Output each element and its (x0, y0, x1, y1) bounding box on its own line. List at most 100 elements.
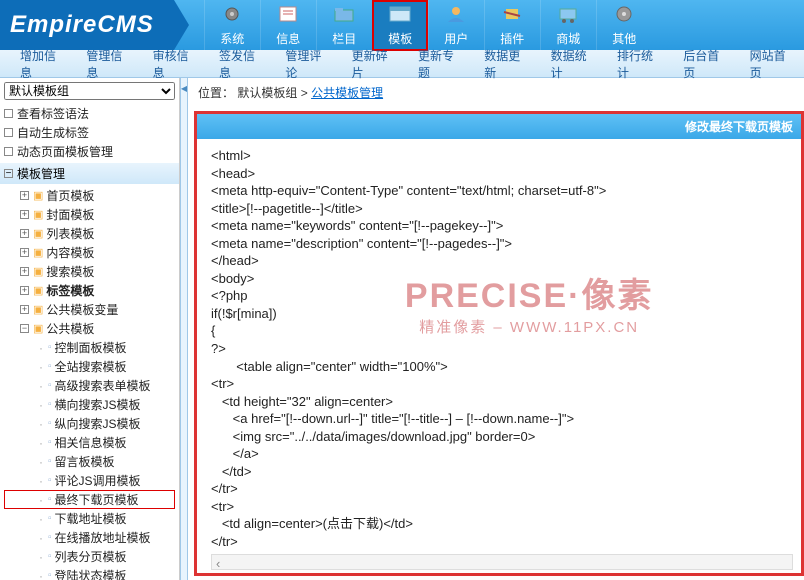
main-nav-window[interactable]: 模板 (372, 0, 428, 51)
tree-item[interactable]: 自动生成标签 (4, 123, 175, 142)
chevron-left-icon: ◀ (181, 84, 187, 93)
subnav-link[interactable]: 排行统计 (617, 47, 659, 81)
gear-icon (216, 4, 248, 28)
tree-label: 纵向搜索JS模板 (55, 415, 141, 432)
tree-label: 最终下载页模板 (55, 491, 139, 508)
tree-file[interactable]: ·▫留言板模板 (4, 452, 175, 471)
window-icon (384, 4, 416, 28)
tree-section-header[interactable]: − 模板管理 (0, 163, 179, 184)
tree-label: 全站搜索模板 (55, 358, 127, 375)
tree-folder[interactable]: + ▣ 公共模板变量 (4, 300, 175, 319)
tree-file[interactable]: ·▫控制面板模板 (4, 338, 175, 357)
main-nav-cart[interactable]: 商城 (540, 0, 596, 51)
breadcrumb-link[interactable]: 公共模板管理 (311, 86, 383, 100)
subnav-link[interactable]: 更新专题 (418, 47, 460, 81)
file-icon: ▫ (48, 399, 52, 410)
subnav-link[interactable]: 签发信息 (219, 47, 261, 81)
breadcrumb-prefix: 位置： (198, 86, 234, 100)
content-highlight-box: 修改最终下载页模板 <html> <head> <meta http-equiv… (194, 111, 804, 576)
tree-folder[interactable]: + ▣ 标签模板 (4, 281, 175, 300)
tree-folder-open[interactable]: − ▣ 公共模板 (4, 319, 175, 338)
tree-label: 评论JS调用模板 (55, 472, 141, 489)
tree-label: 首页模板 (46, 187, 94, 204)
folder-icon: ▣ (33, 189, 43, 202)
template-group-select[interactable]: 默认模板组 (4, 82, 175, 100)
tree-file[interactable]: ·▫在线播放地址模板 (4, 528, 175, 547)
nav-label: 用户 (429, 30, 484, 47)
tree-label: 控制面板模板 (55, 339, 127, 356)
tree-file[interactable]: ·▫最终下载页模板 (4, 490, 175, 509)
tree-line: · (34, 398, 48, 412)
subnav-link[interactable]: 数据更新 (484, 47, 526, 81)
tree-file[interactable]: ·▫下载地址模板 (4, 509, 175, 528)
cart-icon (552, 4, 584, 28)
main-nav-edit[interactable]: 信息 (260, 0, 316, 51)
subnav-link[interactable]: 管理信息 (86, 47, 128, 81)
nav-label: 模板 (373, 30, 428, 47)
subnav-link[interactable]: 更新碎片 (352, 47, 394, 81)
tree-line: · (34, 550, 48, 564)
tree-line: · (34, 360, 48, 374)
file-icon: ▫ (48, 494, 52, 505)
expand-icon: + (20, 286, 29, 295)
subnav-link[interactable]: 网站首页 (750, 47, 792, 81)
main-nav-folder[interactable]: 栏目 (316, 0, 372, 51)
file-icon: ▫ (48, 532, 52, 543)
sidebar: 默认模板组 查看标签语法自动生成标签动态页面模板管理 − 模板管理 +▣首页模板… (0, 78, 180, 580)
tree-folder[interactable]: +▣首页模板 (4, 186, 175, 205)
tree-label: 查看标签语法 (17, 105, 89, 122)
tree-label: 登陆状态模板 (55, 567, 127, 580)
tree-label: 搜索模板 (46, 263, 94, 280)
tree-label: 自动生成标签 (17, 124, 89, 141)
expand-icon: + (20, 305, 29, 314)
tree-file[interactable]: ·▫列表分页模板 (4, 547, 175, 566)
horizontal-scrollbar[interactable] (211, 554, 793, 570)
tree-file[interactable]: ·▫相关信息模板 (4, 433, 175, 452)
file-icon: ▫ (48, 570, 52, 580)
edit-icon (272, 4, 304, 28)
tree-folder[interactable]: +▣搜索模板 (4, 262, 175, 281)
tree-file[interactable]: ·▫登陆状态模板 (4, 566, 175, 580)
tree-item[interactable]: 动态页面模板管理 (4, 142, 175, 161)
tree-file[interactable]: ·▫评论JS调用模板 (4, 471, 175, 490)
tree-folder[interactable]: +▣内容模板 (4, 243, 175, 262)
tree-file[interactable]: ·▫高级搜索表单模板 (4, 376, 175, 395)
nav-label: 其他 (597, 30, 652, 47)
tree-line: · (34, 531, 48, 545)
code-editor[interactable]: <html> <head> <meta http-equiv="Content-… (197, 139, 801, 572)
main-nav-plugin[interactable]: 插件 (484, 0, 540, 51)
other-icon (608, 4, 640, 28)
subnav-link[interactable]: 增加信息 (20, 47, 62, 81)
tree-file[interactable]: ·▫纵向搜索JS模板 (4, 414, 175, 433)
folder-icon: ▣ (33, 265, 43, 278)
collapse-icon: − (4, 169, 13, 178)
file-icon: ▫ (48, 551, 52, 562)
tree-line: · (34, 341, 48, 355)
tree-label: 横向搜索JS模板 (55, 396, 141, 413)
tree-line: · (34, 493, 48, 507)
subnav-link[interactable]: 数据统计 (551, 47, 593, 81)
splitter[interactable]: ◀ (180, 78, 188, 580)
tree-label: 在线播放地址模板 (55, 529, 151, 546)
file-icon: ▫ (48, 380, 52, 391)
subnav-link[interactable]: 后台首页 (683, 47, 725, 81)
folder-icon: ▣ (33, 303, 43, 316)
logo: EmpireCMS (0, 0, 174, 50)
main-nav-gear[interactable]: 系统 (204, 0, 260, 51)
subnav-link[interactable]: 管理评论 (285, 47, 327, 81)
nav-label: 系统 (205, 30, 260, 47)
subnav-link[interactable]: 审核信息 (153, 47, 195, 81)
main-nav: 系统信息栏目模板用户插件商城其他 (204, 0, 652, 51)
tree-folder[interactable]: +▣列表模板 (4, 224, 175, 243)
breadcrumb-sep: > (301, 86, 311, 100)
tree-item[interactable]: 查看标签语法 (4, 104, 175, 123)
tree-file[interactable]: ·▫横向搜索JS模板 (4, 395, 175, 414)
tree-label: 动态页面模板管理 (17, 143, 113, 160)
main-nav-user[interactable]: 用户 (428, 0, 484, 51)
tree-folder[interactable]: +▣封面模板 (4, 205, 175, 224)
tree-file[interactable]: ·▫全站搜索模板 (4, 357, 175, 376)
main-panel: 位置： 默认模板组 > 公共模板管理 修改最终下载页模板 <html> <hea… (188, 78, 804, 580)
expand-icon: + (20, 229, 29, 238)
main-nav-other[interactable]: 其他 (596, 0, 652, 51)
tree-label: 标签模板 (46, 282, 94, 299)
